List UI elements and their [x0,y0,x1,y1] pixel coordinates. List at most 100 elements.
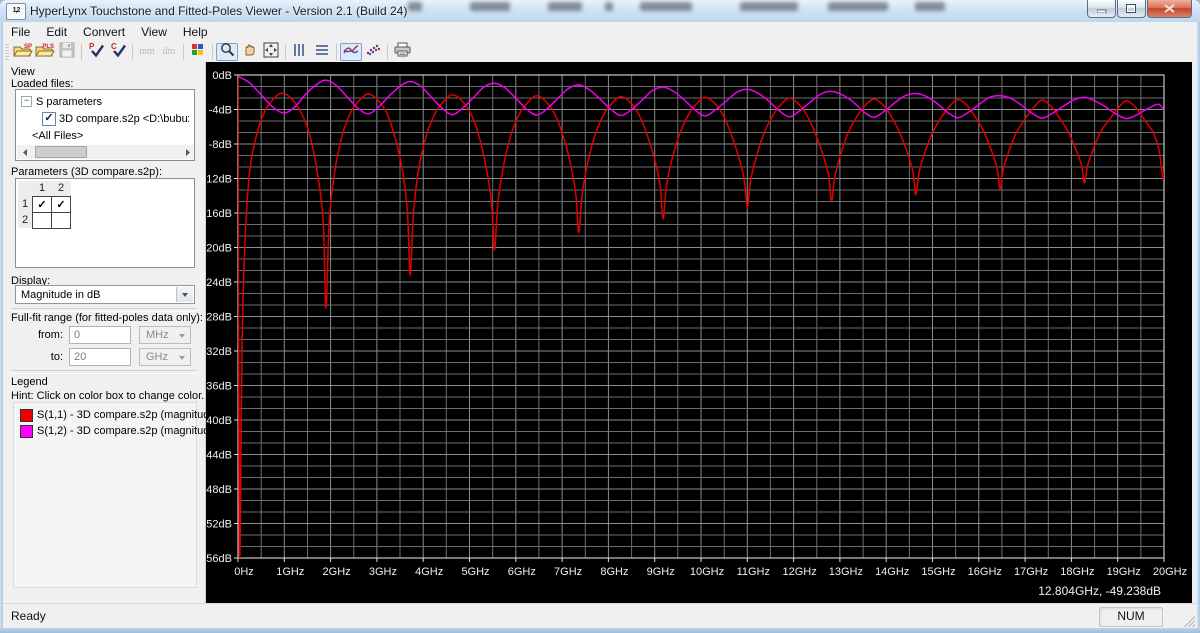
display-dropdown-value: Magnitude in dB [21,289,101,301]
x-axis-tick-label: 19GHz [1107,566,1141,578]
to-field[interactable]: 20 [69,348,131,366]
legend-color-swatch[interactable] [20,424,33,438]
to-label: to: [50,351,63,363]
tree-item-all-files[interactable]: <All Files> [32,128,83,143]
parameter-cell[interactable] [32,211,52,229]
menu-bar: File Edit Convert View Help [3,22,1197,43]
from-field[interactable]: 0 [69,326,131,344]
y-axis-tick-label: -52dB [206,519,232,531]
open-poles-button[interactable]: PLS [34,43,56,61]
app-icon: 1,2 [6,3,26,20]
status-bar: Ready NUM [3,603,1197,629]
file-checkbox[interactable]: ✓ [42,111,56,126]
scrollbar-thumb[interactable] [35,146,87,158]
svg-text:C: C [111,42,117,51]
status-text: Ready [11,609,46,623]
y-axis-tick-label: -36dB [206,381,232,393]
parameter-cell[interactable] [51,211,71,229]
open-sparams-button[interactable]: SP [12,43,34,61]
maximize-icon [1126,4,1137,13]
title-bar-artifact [640,2,692,11]
legend-color-swatch[interactable] [20,408,33,422]
dm-units-button: dm [158,43,180,61]
title-bar-artifact [470,2,510,11]
title-bar-artifact [548,2,582,11]
scroll-right-icon[interactable] [180,145,194,159]
menu-edit[interactable]: Edit [38,23,75,41]
legend-label: Legend [11,376,48,388]
y-axis-tick-label: -56dB [206,553,232,565]
passivity-check-button[interactable]: P [85,42,107,63]
print-button[interactable] [391,42,413,61]
to-unit-dropdown[interactable]: GHz [139,348,191,366]
legend-hint: Hint: Click on color box to change color… [11,390,205,402]
chevron-down-icon[interactable] [176,287,193,302]
y-axis-tick-label: -20dB [206,243,232,255]
tree-horizontal-scrollbar[interactable] [17,145,194,159]
chart-panel[interactable]: 0dB -4dB -8dB -12dB -16dB -20dB -24dB -28dB -32d… [206,62,1192,603]
check-p-icon: P [88,42,104,63]
minimize-icon [1096,4,1107,13]
line-plot-button[interactable] [340,43,362,61]
y-axis-tick-label: -48dB [206,484,232,496]
tree-collapse-icon[interactable]: − [21,96,32,107]
from-unit-dropdown[interactable]: MHz [139,326,191,344]
mm-text-icon: mm [137,42,157,63]
resize-grip-icon[interactable] [1181,613,1195,627]
loaded-files-tree[interactable]: − S parameters ✓ 3D compare.s2p <D:\bubu… [15,89,195,161]
horizontal-grid-button[interactable] [311,43,333,61]
close-button[interactable] [1147,0,1192,18]
x-axis-tick-label: 7GHz [554,566,582,578]
x-axis-tick-label: 20GHz [1153,566,1187,578]
title-bar-artifact [828,2,888,11]
toolbar-grip[interactable] [5,44,9,60]
menu-convert[interactable]: Convert [75,23,133,41]
title-bar-artifact [605,2,613,11]
horizontal-lines-icon [315,43,329,62]
x-axis-tick-label: 1GHz [276,566,304,578]
title-bar[interactable]: 1,2 HyperLynx Touchstone and Fitted-Pole… [0,0,1200,22]
menu-help[interactable]: Help [175,23,216,41]
scroll-left-icon[interactable] [17,145,32,159]
y-axis-tick-label: -12dB [206,174,232,186]
vertical-lines-icon [293,43,307,62]
pan-button[interactable] [238,43,260,61]
svg-text:mm: mm [139,46,155,57]
menu-file[interactable]: File [3,23,38,41]
causality-check-button[interactable]: C [107,42,129,61]
colors-button[interactable] [187,43,209,61]
window-title: HyperLynx Touchstone and Fitted-Poles Vi… [30,4,408,18]
x-axis-tick-label: 18GHz [1060,566,1094,578]
fit-view-button[interactable] [260,42,282,61]
vertical-grid-button[interactable] [289,43,311,61]
x-axis-tick-label: 13GHz [829,566,863,578]
tree-item-file[interactable]: ✓ 3D compare.s2p <D:\bubuxi [42,111,189,126]
svg-text:dm: dm [163,46,176,57]
matrix-col-header: 2 [51,181,71,196]
x-axis-tick-label: 8GHz [600,566,628,578]
sidebar-panel: View Loaded files: − S parameters ✓ 3D c… [3,62,219,603]
title-bar-artifact [915,2,945,11]
maximize-button[interactable] [1117,0,1146,18]
legend-entry-label: S(1,1) - 3D compare.s2p (magnitude) [37,409,220,421]
x-axis-tick-label: 14GHz [875,566,909,578]
x-axis-tick-label: 2GHz [323,566,351,578]
sparameter-plot[interactable]: 0dB -4dB -8dB -12dB -16dB -20dB -24dB -28dB -32d… [206,62,1192,603]
parameter-cell[interactable]: ✓ [32,195,52,213]
fullfit-label: Full-fit range (for fitted-poles data on… [11,312,203,324]
main-area: View Loaded files: − S parameters ✓ 3D c… [3,62,1197,603]
parameter-cell[interactable]: ✓ [51,195,71,213]
floppy-icon [59,42,75,63]
tree-item-s-parameters[interactable]: − S parameters [21,94,102,109]
x-axis-tick-label: 4GHz [415,566,443,578]
minimize-button[interactable] [1087,0,1116,18]
point-plot-button[interactable] [362,43,384,61]
x-axis-tick-label: 11GHz [737,566,770,578]
zoom-button[interactable] [216,43,238,61]
y-axis-tick-label: -4dB [209,105,232,117]
title-bar-artifact [740,2,798,11]
display-dropdown[interactable]: Magnitude in dB [15,285,195,304]
toolbar-separator [336,44,337,60]
menu-view[interactable]: View [133,23,175,41]
matrix-row-header: 2 [18,212,33,228]
